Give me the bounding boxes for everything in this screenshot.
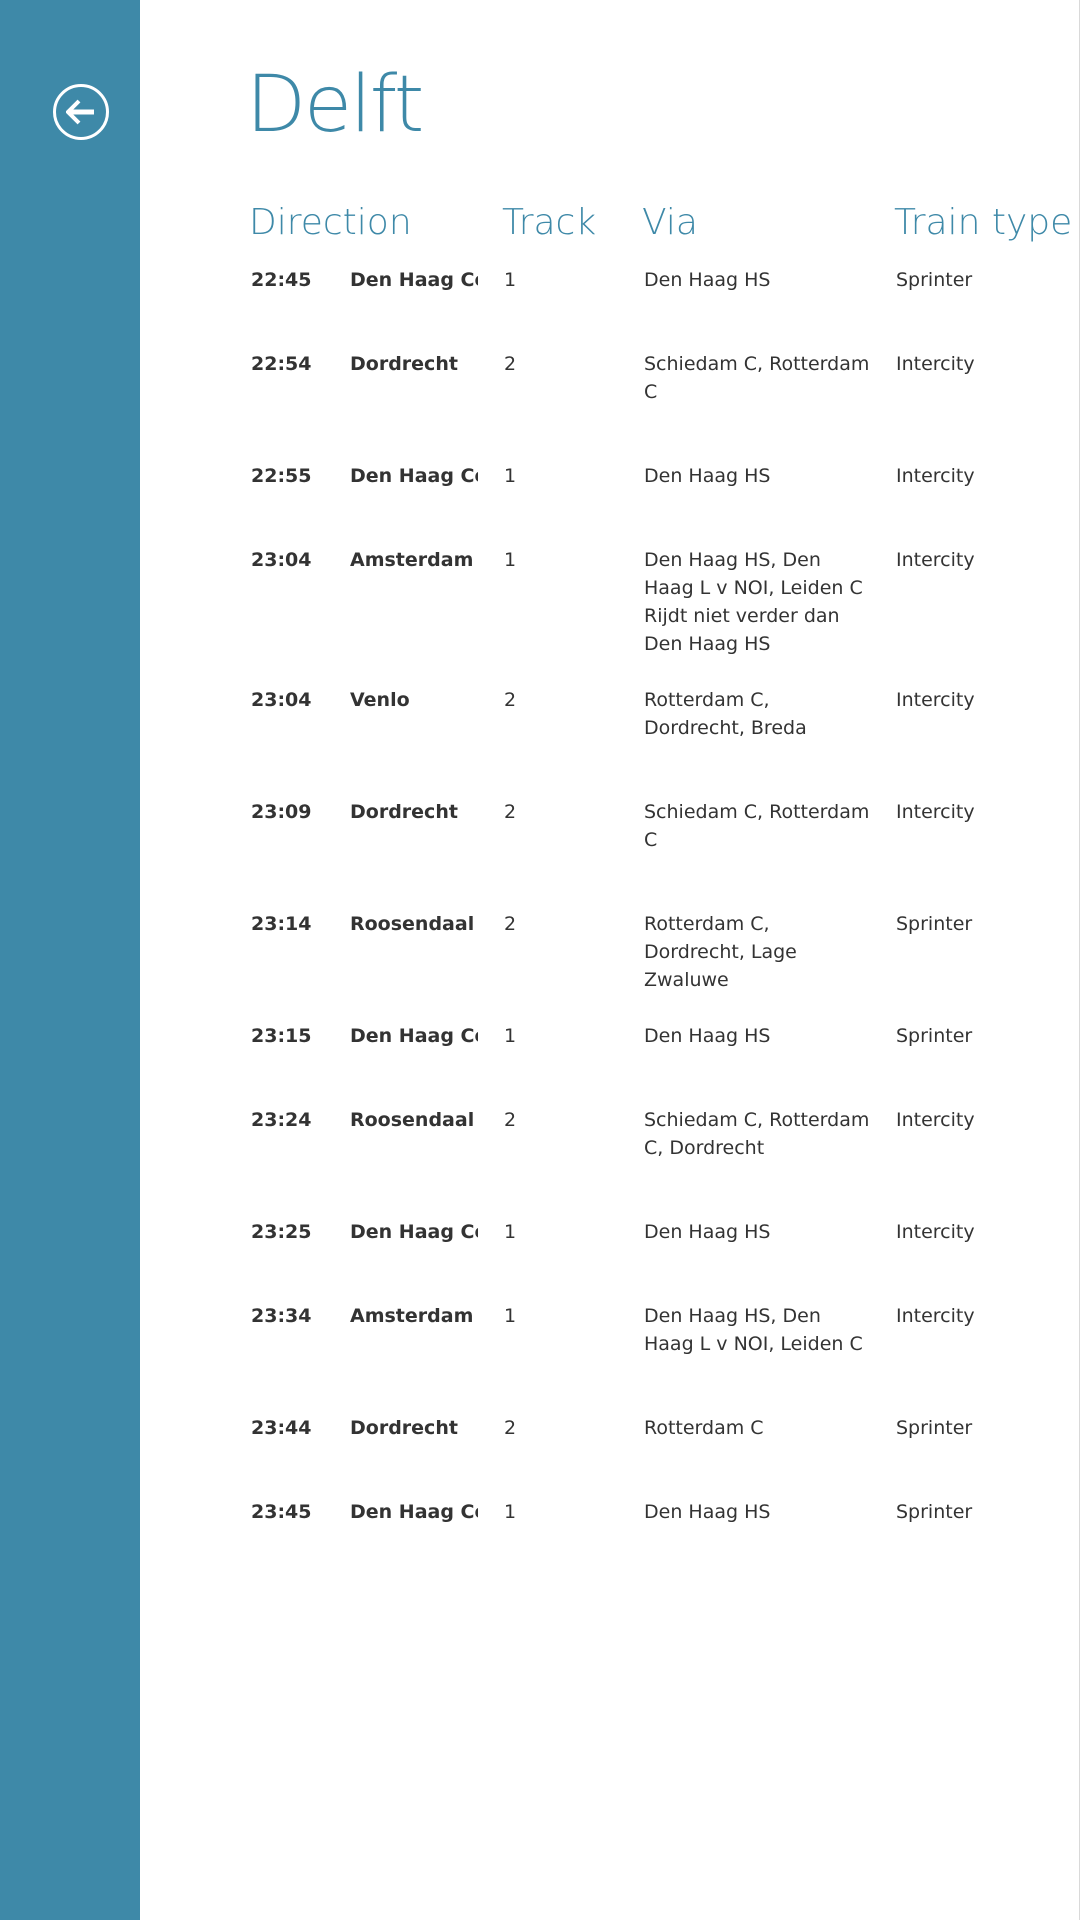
departure-direction: Dordrecht: [350, 801, 458, 823]
via-stations: Den Haag HS, Den Haag L v NOI, Leiden C: [644, 1305, 863, 1355]
departure-train-type: Intercity: [896, 465, 975, 487]
departure-track: 1: [504, 1305, 517, 1327]
departure-time: 23:04: [251, 689, 312, 711]
departure-direction: Dordrecht: [350, 353, 458, 375]
departure-via: Den Haag HS, Den Haag L v NOI, Leiden C: [644, 1302, 876, 1358]
via-stations: Schiedam C, Rotterdam C: [644, 353, 870, 403]
departure-track: 2: [504, 801, 517, 823]
departure-via: Den Haag HS: [644, 1022, 876, 1050]
departure-track: 2: [504, 913, 517, 935]
departure-direction: Den Haag Centraal: [350, 465, 478, 487]
departure-time: 23:44: [251, 1417, 312, 1439]
departures-panel: Delft Direction Track Via Train type 22:…: [140, 0, 1080, 1920]
departure-train-type: Sprinter: [896, 1417, 973, 1439]
via-stations: Rotterdam C, Dordrecht, Breda: [644, 689, 807, 739]
departure-time: 23:25: [251, 1221, 312, 1243]
departure-via: Schiedam C, Rotterdam C, Dordrecht: [644, 1106, 876, 1162]
departure-time: 23:09: [251, 801, 312, 823]
via-stations: Den Haag HS: [644, 465, 771, 487]
departure-time: 23:45: [251, 1501, 312, 1523]
via-stations: Den Haag HS: [644, 1025, 771, 1047]
column-header-train-type: Train type: [894, 202, 1073, 243]
column-header-track: Track: [502, 202, 597, 243]
departure-time: 23:14: [251, 913, 312, 935]
departure-track: 1: [504, 465, 517, 487]
via-stations: Den Haag HS: [644, 1221, 771, 1243]
departure-train-type: Sprinter: [896, 269, 973, 291]
departure-track: 2: [504, 689, 517, 711]
departure-direction: Den Haag Centraal: [350, 1221, 478, 1243]
departure-direction: Den Haag Centraal: [350, 269, 478, 291]
via-stations: Schiedam C, Rotterdam C: [644, 801, 870, 851]
departure-time: 22:55: [251, 465, 312, 487]
departure-time: 22:45: [251, 269, 312, 291]
departure-track: 1: [504, 1501, 517, 1523]
departure-train-type: Intercity: [896, 801, 975, 823]
departure-track: 2: [504, 1417, 517, 1439]
departure-train-type: Sprinter: [896, 1025, 973, 1047]
departure-via: Den Haag HS: [644, 1218, 876, 1246]
departure-note: Rijdt niet verder dan Den Haag HS: [644, 605, 840, 655]
departure-time: 22:54: [251, 353, 312, 375]
departure-time: 23:04: [251, 549, 312, 571]
departure-train-type: Intercity: [896, 1109, 975, 1131]
departure-train-type: Intercity: [896, 689, 975, 711]
departure-train-type: Intercity: [896, 1305, 975, 1327]
departure-via: Den Haag HS: [644, 462, 876, 490]
departure-train-type: Sprinter: [896, 913, 973, 935]
departure-via: Rotterdam C: [644, 1414, 876, 1442]
departure-track: 1: [504, 1221, 517, 1243]
via-stations: Den Haag HS: [644, 269, 771, 291]
departure-direction: Roosendaal: [350, 913, 475, 935]
via-stations: Rotterdam C, Dordrecht, Lage Zwaluwe: [644, 913, 797, 991]
departure-train-type: Intercity: [896, 549, 975, 571]
departure-via: Rotterdam C, Dordrecht, Breda: [644, 686, 876, 742]
departure-time: 23:15: [251, 1025, 312, 1047]
departure-time: 23:24: [251, 1109, 312, 1131]
departure-direction: Roosendaal: [350, 1109, 475, 1131]
back-arrow-circle-icon: [66, 99, 94, 125]
departure-train-type: Intercity: [896, 1221, 975, 1243]
page-title: Delft: [246, 60, 424, 150]
via-stations: Schiedam C, Rotterdam C, Dordrecht: [644, 1109, 870, 1159]
departure-via: Den Haag HS: [644, 266, 876, 294]
departure-via: Den Haag HS, Den Haag L v NOI, Leiden C R…: [644, 546, 876, 658]
column-header-direction: Direction: [249, 202, 412, 243]
departure-direction: Dordrecht: [350, 1417, 458, 1439]
departure-direction: Venlo: [350, 689, 410, 711]
departure-direction: Amsterdam Centraal: [350, 549, 478, 571]
via-stations: Den Haag HS: [644, 1501, 771, 1523]
departure-track: 2: [504, 1109, 517, 1131]
departure-train-type: Intercity: [896, 353, 975, 375]
departure-track: 1: [504, 1025, 517, 1047]
departure-time: 23:34: [251, 1305, 312, 1327]
departure-via: Rotterdam C, Dordrecht, Lage Zwaluwe: [644, 910, 876, 994]
departure-via: Schiedam C, Rotterdam C: [644, 798, 876, 854]
departure-via: Den Haag HS: [644, 1498, 876, 1526]
via-stations: Rotterdam C: [644, 1417, 764, 1439]
departure-direction: Amsterdam Centraal: [350, 1305, 478, 1327]
back-button[interactable]: [53, 84, 109, 140]
sidebar: [0, 0, 140, 1920]
departure-via: Schiedam C, Rotterdam C: [644, 350, 876, 406]
departure-track: 1: [504, 269, 517, 291]
column-header-via: Via: [642, 202, 698, 243]
departure-track: 1: [504, 549, 517, 571]
departure-direction: Den Haag Centraal: [350, 1025, 478, 1047]
departure-direction: Den Haag Centraal: [350, 1501, 478, 1523]
departure-track: 2: [504, 353, 517, 375]
via-stations: Den Haag HS, Den Haag L v NOI, Leiden C: [644, 549, 863, 599]
departure-train-type: Sprinter: [896, 1501, 973, 1523]
